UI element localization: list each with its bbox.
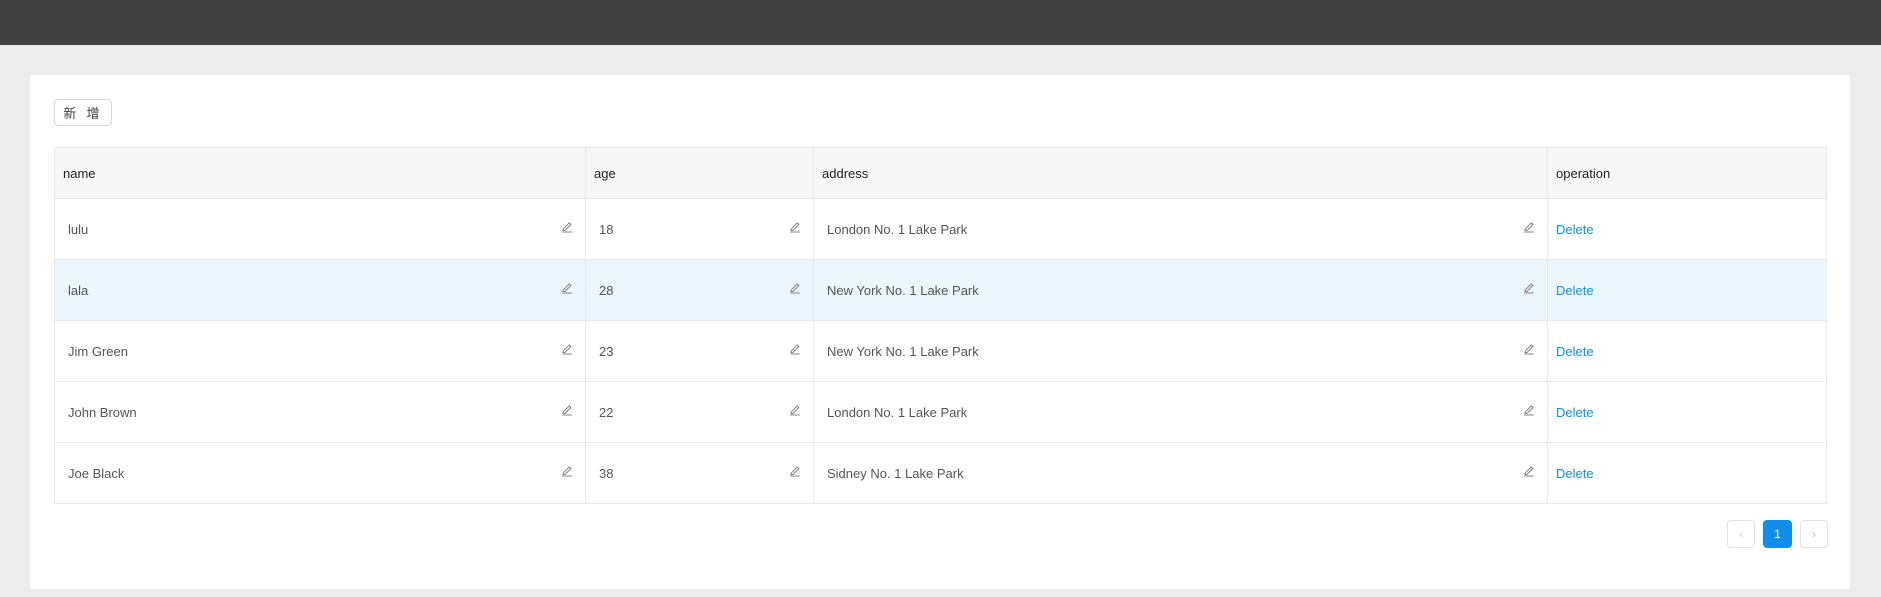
- table-row: lulu 18 London No. 1 Lake Park Delete: [54, 198, 1827, 260]
- column-header-age: age: [585, 147, 814, 199]
- edit-icon[interactable]: [561, 465, 573, 477]
- table-row: lala 28 New York No. 1 Lake Park Delete: [54, 259, 1827, 321]
- cell-age-text: 22: [599, 404, 614, 420]
- cell-operation: Delete: [1547, 198, 1827, 260]
- cell-address-text: New York No. 1 Lake Park: [827, 343, 979, 359]
- edit-icon[interactable]: [789, 404, 801, 416]
- cell-name-text: Joe Black: [68, 465, 125, 481]
- delete-link[interactable]: Delete: [1556, 344, 1594, 359]
- cell-name[interactable]: lulu: [54, 198, 586, 260]
- cell-address-text: New York No. 1 Lake Park: [827, 282, 979, 298]
- cell-address-text: Sidney No. 1 Lake Park: [827, 465, 964, 481]
- column-header-name: name: [54, 147, 586, 199]
- cell-age-text: 18: [599, 221, 614, 237]
- cell-name-text: Jim Green: [68, 343, 128, 359]
- cell-age[interactable]: 23: [585, 320, 814, 382]
- data-table: name age address operation lulu 18 London …: [54, 147, 1827, 504]
- edit-icon[interactable]: [789, 343, 801, 355]
- edit-icon[interactable]: [561, 343, 573, 355]
- edit-icon[interactable]: [1523, 465, 1535, 477]
- cell-name-text: lulu: [68, 221, 89, 237]
- edit-icon[interactable]: [561, 221, 573, 233]
- edit-icon[interactable]: [561, 282, 573, 294]
- edit-icon[interactable]: [789, 221, 801, 233]
- cell-address-text: London No. 1 Lake Park: [827, 221, 968, 237]
- content-card: 新 增 name age address operation lulu 18 Lon…: [30, 75, 1850, 589]
- table-header-row: name age address operation: [54, 147, 1827, 199]
- table-row: John Brown 22 London No. 1 Lake Park Delete: [54, 381, 1827, 443]
- edit-icon[interactable]: [1523, 404, 1535, 416]
- cell-name-text: John Brown: [68, 404, 137, 420]
- cell-operation: Delete: [1547, 381, 1827, 443]
- add-button[interactable]: 新 增: [54, 99, 112, 126]
- edit-icon[interactable]: [1523, 282, 1535, 294]
- cell-age[interactable]: 22: [585, 381, 814, 443]
- cell-operation: Delete: [1547, 320, 1827, 382]
- delete-link[interactable]: Delete: [1556, 466, 1594, 481]
- pagination-page-1[interactable]: 1: [1763, 520, 1792, 548]
- delete-link[interactable]: Delete: [1556, 405, 1594, 420]
- cell-operation: Delete: [1547, 442, 1827, 504]
- cell-age-text: 28: [599, 282, 614, 298]
- edit-icon[interactable]: [1523, 343, 1535, 355]
- cell-operation: Delete: [1547, 259, 1827, 321]
- cell-name[interactable]: Joe Black: [54, 442, 586, 504]
- cell-address[interactable]: Sidney No. 1 Lake Park: [813, 442, 1548, 504]
- cell-address-text: London No. 1 Lake Park: [827, 404, 968, 420]
- cell-address[interactable]: New York No. 1 Lake Park: [813, 259, 1548, 321]
- table-row: Jim Green 23 New York No. 1 Lake Park Delet…: [54, 320, 1827, 382]
- table-row: Joe Black 38 Sidney No. 1 Lake Park Delete: [54, 442, 1827, 504]
- cell-age-text: 23: [599, 343, 614, 359]
- pagination-next-button[interactable]: ›: [1800, 520, 1828, 548]
- cell-name-text: lala: [68, 282, 89, 298]
- cell-age[interactable]: 28: [585, 259, 814, 321]
- column-header-operation: operation: [1547, 147, 1827, 199]
- edit-icon[interactable]: [1523, 221, 1535, 233]
- edit-icon[interactable]: [561, 404, 573, 416]
- edit-icon[interactable]: [789, 465, 801, 477]
- cell-age[interactable]: 38: [585, 442, 814, 504]
- cell-address[interactable]: London No. 1 Lake Park: [813, 198, 1548, 260]
- edit-icon[interactable]: [789, 282, 801, 294]
- cell-name[interactable]: John Brown: [54, 381, 586, 443]
- cell-name[interactable]: lala: [54, 259, 586, 321]
- cell-address[interactable]: London No. 1 Lake Park: [813, 381, 1548, 443]
- cell-age[interactable]: 18: [585, 198, 814, 260]
- cell-age-text: 38: [599, 465, 614, 481]
- pagination-prev-button[interactable]: ‹: [1727, 520, 1755, 548]
- column-header-address: address: [813, 147, 1548, 199]
- delete-link[interactable]: Delete: [1556, 283, 1594, 298]
- delete-link[interactable]: Delete: [1556, 222, 1594, 237]
- cell-address[interactable]: New York No. 1 Lake Park: [813, 320, 1548, 382]
- top-bar: [0, 0, 1881, 45]
- cell-name[interactable]: Jim Green: [54, 320, 586, 382]
